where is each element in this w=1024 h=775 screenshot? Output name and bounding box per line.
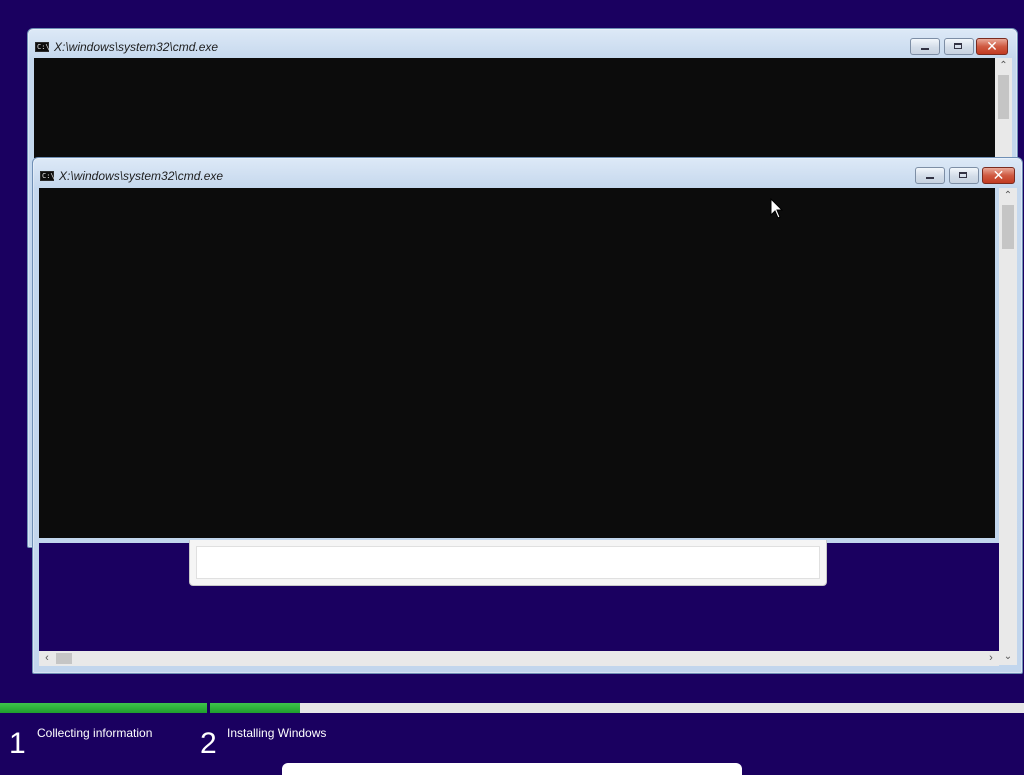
step-1-label: Collecting information — [37, 726, 153, 740]
step-2-number: 2 — [200, 727, 217, 760]
maximize-icon — [954, 43, 962, 49]
chevron-up-icon[interactable]: ⌃ — [999, 188, 1017, 204]
maximize-button[interactable] — [949, 167, 979, 184]
title-bar[interactable]: C:\ X:\windows\system32\cmd.exe ✕ — [33, 158, 1022, 188]
setup-progress-area: 1 Collecting information 2 Installing Wi… — [0, 700, 1024, 768]
step-2-progress-fill — [210, 703, 300, 713]
window-title: X:\windows\system32\cmd.exe — [59, 169, 224, 183]
scroll-thumb[interactable] — [998, 75, 1009, 119]
console-output[interactable] — [34, 58, 995, 158]
setup-dialog-content — [196, 546, 820, 579]
close-button[interactable]: ✕ — [976, 38, 1008, 55]
close-icon: ✕ — [992, 167, 1005, 183]
chevron-down-icon[interactable]: ⌄ — [999, 649, 1017, 665]
scroll-thumb-horizontal[interactable] — [56, 653, 72, 664]
minimize-button[interactable] — [915, 167, 945, 184]
vertical-scrollbar[interactable]: ⌃ ⌄ — [999, 188, 1017, 665]
chevron-right-icon[interactable]: › — [983, 651, 999, 666]
mouse-pointer-icon — [770, 198, 784, 219]
step-1-progress-fill — [0, 703, 207, 713]
title-bar[interactable]: C:\ X:\windows\system32\cmd.exe ✕ — [28, 29, 1017, 59]
cmd-icon: C:\ — [40, 171, 55, 181]
minimize-button[interactable] — [910, 38, 940, 55]
horizontal-scrollbar[interactable]: ‹ › — [39, 651, 999, 666]
vertical-scrollbar[interactable]: ⌃ — [995, 58, 1012, 158]
maximize-button[interactable] — [944, 38, 974, 55]
minimize-icon — [921, 48, 929, 50]
close-button[interactable]: ✕ — [982, 167, 1015, 184]
step-2-progress-bar — [210, 703, 1024, 713]
step-2-label: Installing Windows — [227, 726, 327, 740]
setup-bottom-element — [282, 763, 742, 775]
maximize-icon — [959, 172, 967, 178]
setup-dialog — [189, 540, 827, 586]
chevron-left-icon[interactable]: ‹ — [39, 651, 55, 666]
cmd-icon: C:\ — [35, 42, 50, 52]
console-output[interactable] — [39, 188, 995, 538]
window-title: X:\windows\system32\cmd.exe — [54, 40, 219, 54]
step-1-number: 1 — [9, 727, 26, 760]
step-1-progress-bar — [0, 703, 207, 713]
minimize-icon — [926, 177, 934, 179]
cmd-window-front[interactable]: C:\ X:\windows\system32\cmd.exe ✕ ⌃ ⌄ ‹ … — [32, 157, 1023, 674]
chevron-up-icon[interactable]: ⌃ — [995, 58, 1012, 74]
close-icon: ✕ — [986, 38, 998, 54]
scroll-thumb[interactable] — [1002, 205, 1014, 249]
